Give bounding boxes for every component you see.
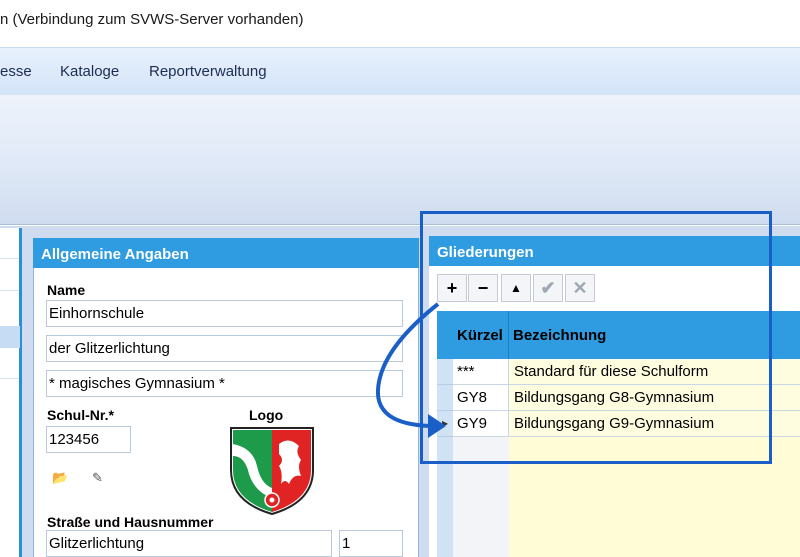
menu-item-prozesse[interactable]: esse xyxy=(0,63,32,80)
nav-separator xyxy=(0,258,19,259)
nav-separator xyxy=(0,378,19,379)
nav-separator xyxy=(0,290,19,291)
menu-bar: esse Kataloge Reportverwaltung xyxy=(0,47,800,95)
name-label: Name xyxy=(47,282,86,298)
ribbon-area xyxy=(0,95,800,225)
house-number-field[interactable]: 1 xyxy=(339,530,403,557)
street-field[interactable]: Glitzerlichtung xyxy=(46,530,332,557)
schulnr-field[interactable]: 123456 xyxy=(46,426,131,453)
street-label: Straße und Hausnummer xyxy=(47,514,214,530)
panel-header-allgemeine-angaben: Allgemeine Angaben xyxy=(33,238,419,268)
name-field-3[interactable]: * magisches Gymnasium * xyxy=(46,370,403,397)
nav-item-selected[interactable] xyxy=(0,326,20,348)
logo-label: Logo xyxy=(249,407,284,423)
school-logo[interactable] xyxy=(229,426,315,516)
name-field-1[interactable]: Einhornschule xyxy=(46,300,403,327)
schulnr-label: Schul-Nr.* xyxy=(47,407,114,423)
name-field-2[interactable]: der Glitzerlichtung xyxy=(46,335,403,362)
annotation-arrow-icon xyxy=(375,302,446,438)
navigation-strip xyxy=(0,228,22,557)
menu-item-kataloge[interactable]: Kataloge xyxy=(60,63,119,80)
window-title: n (Verbindung zum SVWS-Server vorhanden) xyxy=(0,11,304,28)
annotation-highlight-box xyxy=(420,211,772,464)
menu-item-reportverwaltung[interactable]: Reportverwaltung xyxy=(149,63,267,80)
title-bar: n (Verbindung zum SVWS-Server vorhanden) xyxy=(0,0,800,44)
eraser-icon[interactable]: ✎ xyxy=(92,470,103,486)
folder-icon[interactable]: 📂 xyxy=(52,470,68,486)
